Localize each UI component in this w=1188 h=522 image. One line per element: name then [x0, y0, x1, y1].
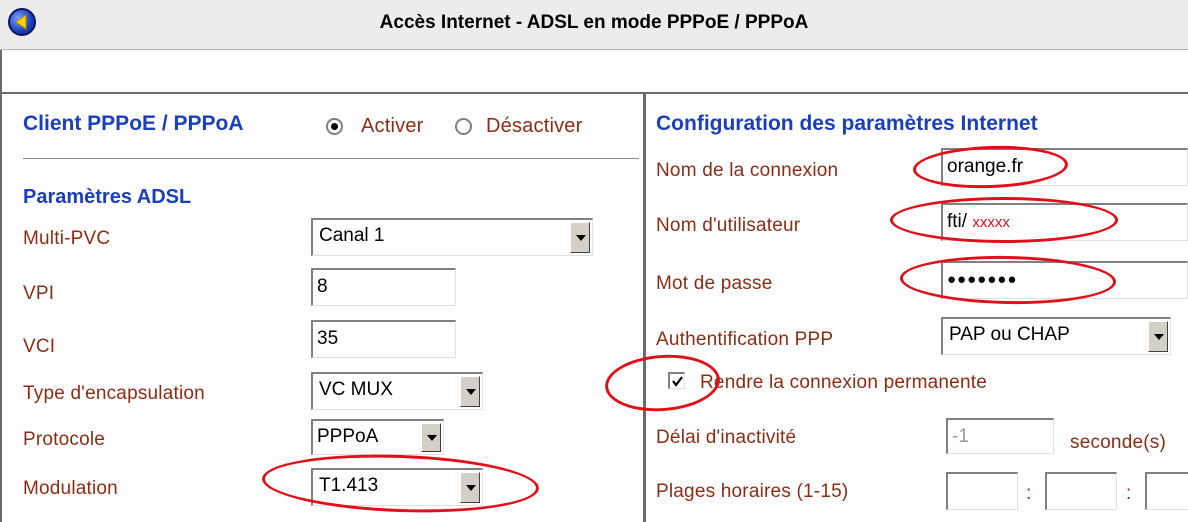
chevron-down-icon[interactable]: [460, 376, 480, 407]
client-pppoe-label: Client PPPoE / PPPoA: [23, 112, 244, 135]
chevron-down-icon[interactable]: [570, 222, 590, 253]
modulation-select[interactable]: T1.413: [311, 468, 483, 506]
permanent-label[interactable]: Rendre la connexion permanente: [700, 372, 987, 394]
internet-config-heading: Configuration des paramètres Internet: [656, 112, 1038, 135]
deactivate-radio[interactable]: [455, 118, 472, 135]
connection-name-label: Nom de la connexion: [656, 160, 839, 181]
idle-unit: seconde(s): [1070, 432, 1166, 453]
schedule-end-input[interactable]: [1045, 472, 1117, 510]
modulation-label: Modulation: [23, 478, 118, 499]
password-label: Mot de passe: [656, 273, 773, 294]
username-prefix: fti/: [947, 211, 968, 232]
username-masked: xxxxx: [972, 214, 1010, 231]
vci-label: VCI: [23, 336, 56, 357]
schedule-label: Plages horaires (1-15): [656, 481, 849, 502]
adsl-heading: Paramètres ADSL: [23, 186, 192, 208]
vpi-label: VPI: [23, 283, 55, 304]
encapsulation-select[interactable]: VC MUX: [311, 372, 483, 410]
username-input[interactable]: fti/ xxxxx: [941, 203, 1188, 241]
schedule-separator: :: [1026, 483, 1032, 504]
schedule-separator: :: [1126, 483, 1132, 504]
chevron-down-icon[interactable]: [421, 423, 441, 452]
encapsulation-value: VC MUX: [319, 379, 393, 400]
chevron-down-icon[interactable]: [1148, 321, 1168, 352]
protocol-select[interactable]: PPPoA: [311, 419, 444, 455]
auth-select[interactable]: PAP ou CHAP: [941, 317, 1171, 355]
schedule-start-input[interactable]: [946, 472, 1018, 510]
auth-value: PAP ou CHAP: [949, 324, 1070, 345]
deactivate-label[interactable]: Désactiver: [486, 115, 582, 138]
checkmark-icon: [672, 376, 683, 387]
window-title: Accès Internet - ADSL en mode PPPoE / PP…: [379, 12, 809, 33]
activate-radio[interactable]: [326, 118, 343, 135]
idle-label: Délai d'inactivité: [656, 427, 797, 448]
schedule-extra-input[interactable]: [1145, 472, 1188, 510]
divider-column: [643, 94, 646, 522]
protocol-value: PPPoA: [317, 426, 379, 447]
vci-input[interactable]: 35: [311, 320, 456, 358]
section-divider: [23, 158, 639, 159]
multipvc-select[interactable]: Canal 1: [311, 218, 593, 256]
activate-label[interactable]: Activer: [361, 115, 424, 138]
username-label: Nom d'utilisateur: [656, 215, 801, 236]
encapsulation-label: Type d'encapsulation: [23, 383, 205, 404]
auth-label: Authentification PPP: [656, 329, 834, 350]
vpi-input[interactable]: 8: [311, 268, 456, 306]
title-bar: Accès Internet - ADSL en mode PPPoE / PP…: [0, 0, 1188, 50]
chevron-down-icon[interactable]: [460, 472, 480, 503]
protocol-label: Protocole: [23, 429, 106, 450]
divider-top: [2, 92, 1188, 94]
idle-input[interactable]: -1: [946, 418, 1054, 454]
password-input[interactable]: ●●●●●●●: [941, 261, 1188, 299]
permanent-checkbox[interactable]: [668, 372, 685, 389]
modulation-value: T1.413: [319, 475, 379, 496]
connection-name-input[interactable]: orange.fr: [941, 148, 1188, 186]
multipvc-value: Canal 1: [319, 225, 385, 246]
multipvc-label: Multi-PVC: [23, 228, 111, 249]
